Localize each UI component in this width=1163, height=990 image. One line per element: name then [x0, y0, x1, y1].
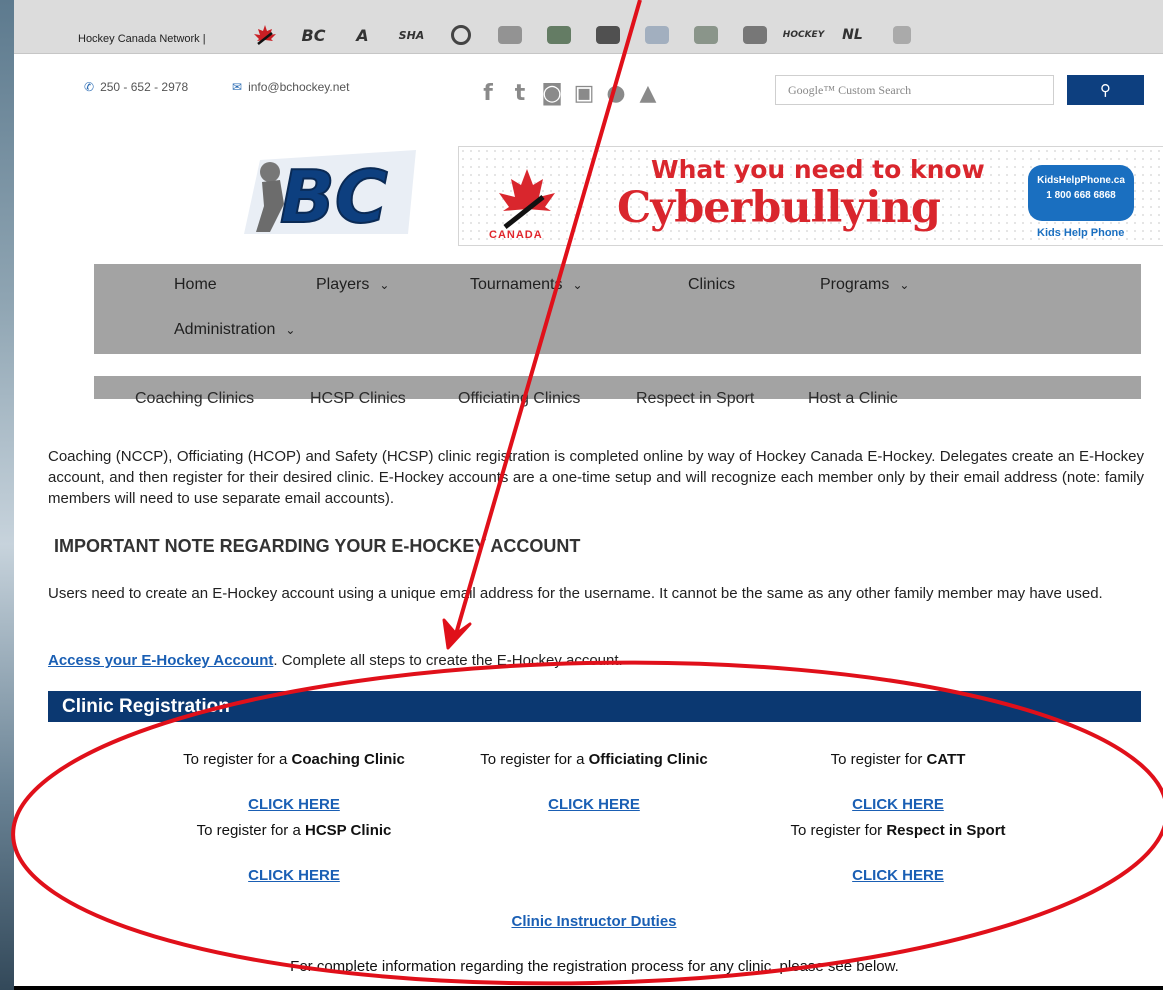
- envelope-icon: ✉: [232, 80, 243, 94]
- register-respect-text: To register for Respect in Sport: [748, 822, 1048, 839]
- email-address: info@bchockey.net: [248, 80, 350, 94]
- note-paragraph: Users need to create an E-Hockey account…: [48, 585, 1103, 602]
- register-catt-text: To register for CATT: [748, 751, 1048, 768]
- clinic-instructor-duties-link[interactable]: Clinic Instructor Duties: [394, 913, 794, 930]
- officiating-clinic-label: Officiating Clinic: [588, 751, 708, 768]
- hcsp-click-here-link[interactable]: CLICK HERE: [144, 867, 444, 884]
- banner-line-2: Cyberbullying: [617, 183, 941, 233]
- registration-footer-text: For complete information regarding the r…: [290, 958, 899, 975]
- nav-programs-label: Programs: [820, 276, 890, 293]
- search-button[interactable]: ⚲: [1067, 75, 1144, 105]
- hockey-nova-scotia-logo[interactable]: HOCKEY: [779, 22, 828, 48]
- sha-logo[interactable]: SHA: [387, 22, 436, 48]
- subnav-coaching-clinics[interactable]: Coaching Clinics: [135, 390, 254, 408]
- hno-logo[interactable]: [485, 22, 534, 48]
- facebook-icon[interactable]: f: [477, 82, 499, 106]
- prefix-text: To register for: [830, 751, 923, 768]
- hockey-north-logo[interactable]: [877, 22, 926, 48]
- access-paragraph: Access your E-Hockey Account. Complete a…: [48, 650, 1144, 671]
- banner-line-1: What you need to know: [651, 155, 985, 184]
- nav-clinics[interactable]: Clinics: [688, 276, 735, 294]
- respect-in-sport-label: Respect in Sport: [886, 822, 1006, 839]
- coaching-clinic-label: Coaching Clinic: [291, 751, 405, 768]
- intro-paragraph: Coaching (NCCP), Officiating (HCOP) and …: [48, 448, 1144, 507]
- nav-players[interactable]: Players ⌄: [316, 276, 389, 294]
- khp-phone: 1 800 668 6868: [1046, 190, 1116, 201]
- phone-icon: ✆: [84, 80, 95, 94]
- instagram-icon[interactable]: ◙: [541, 82, 563, 106]
- youtube-icon[interactable]: ▣: [573, 82, 595, 106]
- chevron-down-icon: ⌄: [379, 278, 390, 292]
- access-ehockey-link[interactable]: Access your E-Hockey Account: [48, 652, 273, 669]
- social-icons: f t ◙ ▣ ● ▲: [477, 82, 659, 106]
- bc-hockey-logo[interactable]: BC: [289, 22, 338, 48]
- prefix-text: To register for a: [183, 751, 288, 768]
- bc-hockey-main-logo[interactable]: BC: [240, 146, 426, 238]
- kids-help-phone-bubble: KidsHelpPhone.ca 1 800 668 6868: [1028, 165, 1134, 221]
- nl-logo[interactable]: NL: [828, 22, 877, 48]
- search-input[interactable]: Google™ Custom Search: [775, 75, 1054, 105]
- register-hcsp-text: To register for a HCSP Clinic: [144, 822, 444, 839]
- subnav-host-a-clinic[interactable]: Host a Clinic: [808, 390, 898, 408]
- alberta-logo[interactable]: A: [338, 22, 387, 48]
- network-label: Hockey Canada Network |: [78, 33, 206, 45]
- catt-click-here-link[interactable]: CLICK HERE: [748, 796, 1048, 813]
- cyberbullying-banner[interactable]: CANADA What you need to know Cyberbullyi…: [458, 146, 1163, 246]
- web-page: Hockey Canada Network | BC A SHA HOCKEY …: [14, 0, 1163, 986]
- subnav-hcsp-clinics[interactable]: HCSP Clinics: [310, 390, 406, 408]
- chevron-down-icon: ⌄: [572, 278, 583, 292]
- nav-administration[interactable]: Administration ⌄: [174, 321, 295, 339]
- nav-home[interactable]: Home: [174, 276, 217, 294]
- clinic-registration-header: Clinic Registration: [48, 691, 1141, 722]
- register-coaching-text: To register for a Coaching Clinic: [144, 751, 444, 768]
- khp-site: KidsHelpPhone.ca: [1037, 175, 1125, 186]
- manitoba-logo[interactable]: [436, 22, 485, 48]
- khp-name: Kids Help Phone: [1037, 227, 1125, 239]
- phone-contact[interactable]: ✆ 250 - 652 - 2978: [84, 80, 188, 94]
- background-photo-strip: [0, 0, 14, 990]
- hcsp-clinic-label: HCSP Clinic: [304, 822, 392, 839]
- chevron-down-icon: ⌄: [899, 278, 910, 292]
- respect-click-here-link[interactable]: CLICK HERE: [748, 867, 1048, 884]
- register-officiating-text: To register for a Officiating Clinic: [444, 751, 744, 768]
- main-navigation: Home Players ⌄ Tournaments ⌄ Clinics Progr…: [94, 264, 1141, 354]
- svg-text:BC: BC: [280, 155, 388, 238]
- prefix-text: To register for a: [480, 751, 585, 768]
- email-contact[interactable]: ✉ info@bchockey.net: [232, 80, 349, 94]
- nav-tournaments-label: Tournaments: [470, 276, 563, 293]
- catt-label: CATT: [926, 751, 966, 768]
- nav-tournaments[interactable]: Tournaments ⌄: [470, 276, 583, 294]
- canada-label: CANADA: [489, 229, 543, 241]
- hockey-newfoundland-logo[interactable]: [730, 22, 779, 48]
- hockey-canada-network-bar: Hockey Canada Network | BC A SHA HOCKEY …: [14, 0, 1163, 54]
- nav-players-label: Players: [316, 276, 370, 293]
- hockey-canada-logo[interactable]: [240, 22, 289, 48]
- apple-icon[interactable]: ●: [605, 82, 627, 106]
- coaching-click-here-link[interactable]: CLICK HERE: [144, 796, 444, 813]
- android-icon[interactable]: ▲: [637, 82, 659, 106]
- hockey-quebec-logo[interactable]: [583, 22, 632, 48]
- prefix-text: To register for a: [196, 822, 301, 839]
- officiating-click-here-link[interactable]: CLICK HERE: [444, 796, 744, 813]
- search-icon: ⚲: [1100, 81, 1111, 99]
- nav-programs[interactable]: Programs ⌄: [820, 276, 909, 294]
- hockey-pei-logo[interactable]: [681, 22, 730, 48]
- chevron-down-icon: ⌄: [285, 323, 296, 337]
- subnav-officiating-clinics[interactable]: Officiating Clinics: [458, 390, 580, 408]
- subnav-respect-in-sport[interactable]: Respect in Sport: [636, 390, 754, 408]
- twitter-icon[interactable]: t: [509, 82, 531, 106]
- important-note-heading: IMPORTANT NOTE REGARDING YOUR E-HOCKEY A…: [54, 536, 581, 556]
- network-logos: BC A SHA HOCKEY NL: [240, 22, 926, 48]
- access-instructions: . Complete all steps to create the E-Hoc…: [273, 652, 623, 669]
- phone-number: 250 - 652 - 2978: [100, 80, 189, 94]
- prefix-text: To register for: [790, 822, 883, 839]
- hockey-new-brunswick-logo[interactable]: [632, 22, 681, 48]
- nav-administration-label: Administration: [174, 321, 276, 338]
- ohf-logo[interactable]: [534, 22, 583, 48]
